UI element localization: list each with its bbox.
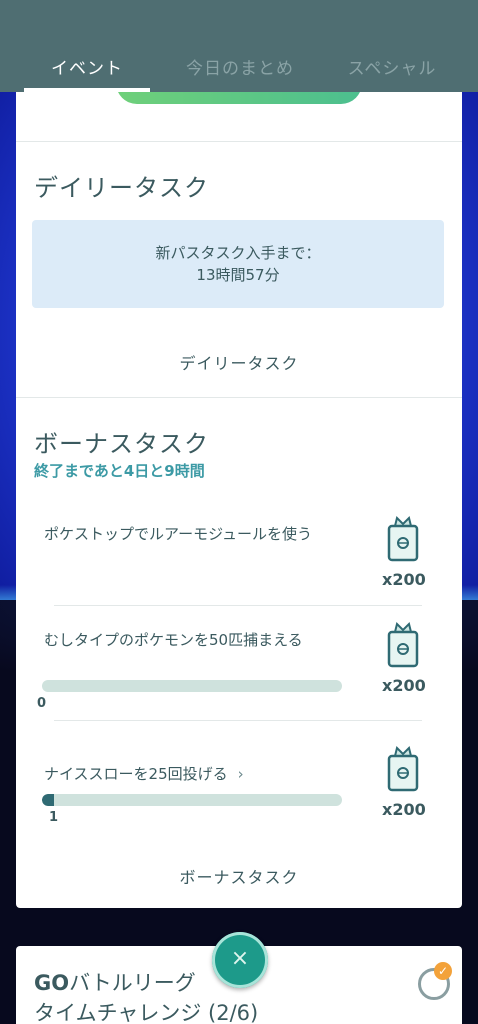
task-description: むしタイプのポケモンを50匹捕まえる — [44, 631, 303, 649]
go-title-challenge: タイムチャレンジ (2/6) — [34, 1001, 259, 1024]
tab-special[interactable]: スペシャル — [330, 54, 454, 79]
next-pass-task-timer: 13時間57分 — [196, 266, 280, 284]
go-title-bold: GO — [34, 971, 70, 995]
top-tab-bar: イベント 今日のまとめ スペシャル — [0, 0, 478, 92]
reward-pass-icon — [387, 746, 419, 792]
reward-count: x200 — [382, 800, 426, 819]
task-progress-fill — [42, 794, 54, 806]
tab-event[interactable]: イベント — [24, 54, 150, 79]
task-item[interactable]: むしタイプのポケモンを50匹捕まえる 0 x200 — [34, 622, 444, 714]
daily-task-title: デイリータスク — [34, 174, 209, 202]
chevron-right-icon[interactable]: › — [238, 765, 244, 783]
reward-count: x200 — [382, 676, 426, 695]
previous-card — [16, 92, 462, 142]
close-button[interactable]: × — [212, 932, 268, 988]
badge-check-icon: ✓ — [434, 962, 452, 980]
task-description: ポケストップでルアーモジュールを使う — [44, 525, 313, 543]
go-title-rest: バトルリーグ — [69, 971, 196, 995]
reward-count: x200 — [382, 570, 426, 589]
task-divider — [54, 720, 422, 721]
task-progress-bar — [42, 794, 342, 806]
task-progress-count: 0 — [37, 696, 47, 711]
active-tab-indicator — [24, 88, 150, 92]
task-description-text: ナイススローを25回投げる — [44, 765, 228, 783]
bonus-task-card: ボーナスタスク 終了まであと4日と9時間 ポケストップでルアーモジュールを使う … — [16, 398, 462, 908]
reward-pass-icon — [387, 516, 419, 562]
task-item[interactable]: ナイススローを25回投げる › 1 x200 — [34, 746, 444, 848]
bonus-task-remaining-time: 終了まであと4日と9時間 — [34, 462, 205, 480]
daily-task-card: デイリータスク 新パスタスク入手まで： 13時間57分 デイリータスク — [16, 142, 462, 398]
task-divider — [54, 605, 422, 606]
tab-today-summary[interactable]: 今日のまとめ — [168, 54, 312, 79]
next-pass-task-info: 新パスタスク入手まで： 13時間57分 — [32, 220, 444, 308]
task-progress-bar — [42, 680, 342, 692]
task-item[interactable]: ポケストップでルアーモジュールを使う x200 — [34, 516, 444, 604]
daily-task-link[interactable]: デイリータスク — [16, 350, 462, 374]
reward-pass-icon — [387, 622, 419, 668]
bonus-task-link[interactable]: ボーナスタスク — [16, 864, 462, 888]
task-progress-count: 1 — [49, 810, 59, 825]
green-action-button[interactable] — [116, 92, 362, 104]
next-pass-task-label: 新パスタスク入手まで： — [155, 244, 321, 262]
close-icon: × — [230, 946, 250, 971]
bonus-task-title: ボーナスタスク — [34, 430, 209, 458]
task-description: ナイススローを25回投げる › — [44, 764, 354, 785]
